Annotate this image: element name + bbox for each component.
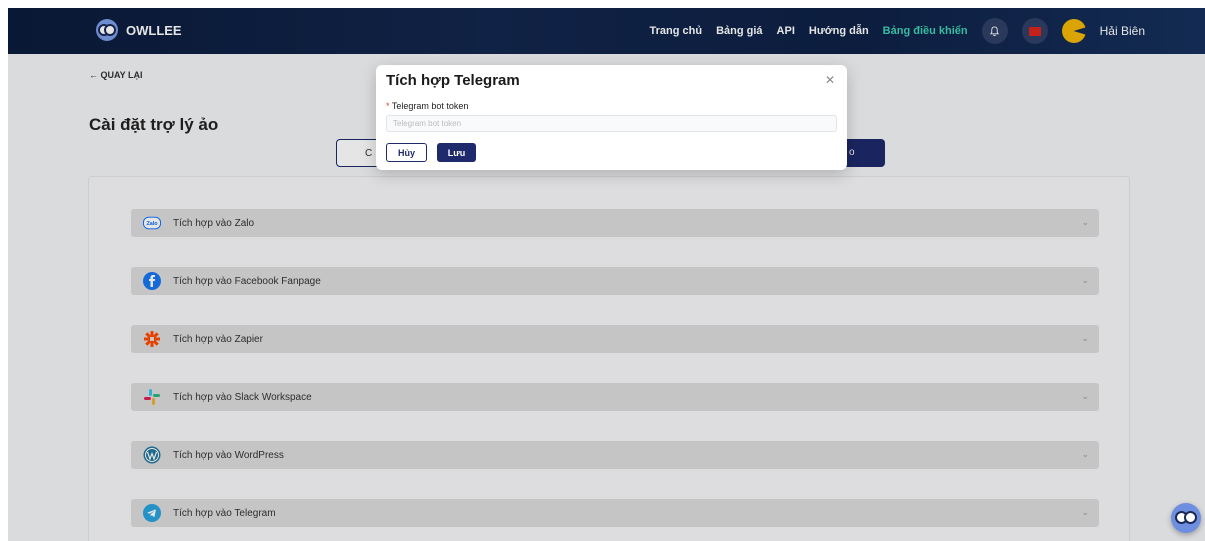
telegram-integration-modal: Tích hợp Telegram ✕ * Telegram bot token… xyxy=(376,65,847,170)
field-label-text: Telegram bot token xyxy=(391,101,469,111)
app-frame: OWLLEE Trang chủ Bảng giá API Hướng dẫn … xyxy=(8,8,1205,541)
telegram-bot-token-input[interactable] xyxy=(386,115,837,132)
field-label: * Telegram bot token xyxy=(386,101,468,111)
cancel-button[interactable]: Hủy xyxy=(386,143,427,162)
chat-widget-owl-icon[interactable] xyxy=(1171,503,1201,533)
modal-title: Tích hợp Telegram xyxy=(386,72,520,89)
save-button[interactable]: Lưu xyxy=(437,143,476,162)
close-icon[interactable]: ✕ xyxy=(825,73,835,87)
